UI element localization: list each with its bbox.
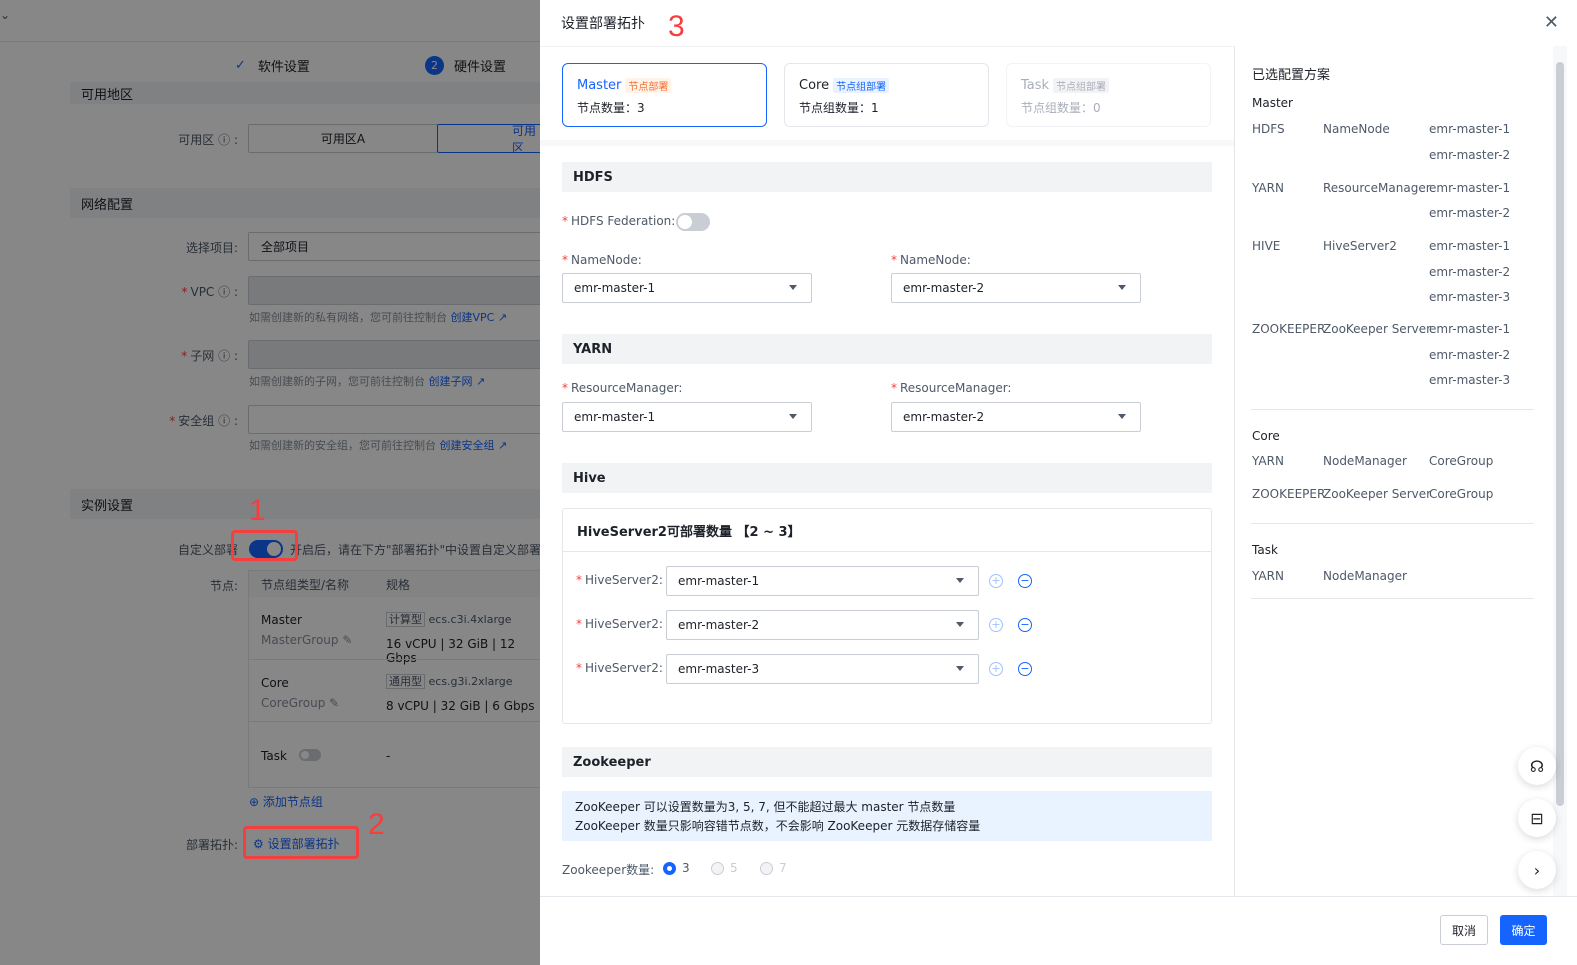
rm-label-1: * ResourceManager:: [562, 381, 683, 395]
namenode-label-1: * NameNode:: [562, 253, 642, 267]
annotation-1: 1: [249, 494, 266, 527]
summary-comp: NodeManager: [1323, 454, 1407, 468]
summary-node: emr-master-3: [1429, 290, 1511, 304]
summary-node: emr-master-2: [1429, 148, 1511, 162]
summary-node: emr-master-2: [1429, 206, 1511, 220]
summary-node: emr-master-1: [1429, 181, 1511, 195]
summary-node: emr-master-1: [1429, 122, 1511, 136]
rm-label-2: * ResourceManager:: [891, 381, 1012, 395]
hs2-select-1[interactable]: emr-master-1: [666, 566, 979, 596]
hs2-label-2: * HiveServer2:: [576, 617, 663, 631]
chevron-right-icon[interactable]: ›: [1518, 851, 1556, 889]
summary-svc: YARN: [1252, 181, 1284, 195]
zookeeper-info: ZooKeeper 可以设置数量为3, 5, 7, 但不能超过最大 master…: [562, 791, 1212, 841]
drawer-title: 设置部署拓扑: [561, 16, 645, 32]
caret-down-icon: [789, 414, 797, 419]
summary-node: emr-master-2: [1429, 265, 1511, 279]
topology-drawer: 设置部署拓扑 3 ✕ Master 节点部署 节点数量：3 Core 节点组部署 节…: [540, 0, 1577, 965]
hs2-label-3: * HiveServer2:: [576, 661, 663, 675]
tab-task[interactable]: Task 节点组部署 节点组数量：0: [1006, 63, 1211, 127]
hs2-label-1: * HiveServer2:: [576, 573, 663, 587]
rm-select-1[interactable]: emr-master-1: [562, 402, 812, 432]
namenode-label-2: * NameNode:: [891, 253, 971, 267]
annotation-2: 2: [368, 808, 385, 841]
summary-group: CoreGroup: [1429, 454, 1494, 468]
summary-comp: ResourceManager: [1323, 181, 1431, 195]
caret-down-icon: [789, 285, 797, 290]
section-yarn: YARN: [562, 334, 1212, 364]
summary-node: emr-master-1: [1429, 322, 1511, 336]
annotation-box-2: [243, 826, 359, 859]
namenode-select-1[interactable]: emr-master-1: [562, 273, 812, 303]
summary-svc: ZOOKEEPER: [1252, 322, 1326, 336]
scrollbar-thumb[interactable]: [1556, 62, 1564, 806]
summary-comp: HiveServer2: [1323, 239, 1397, 253]
namenode-select-2[interactable]: emr-master-2: [891, 273, 1141, 303]
hs2-select-3[interactable]: emr-master-3: [666, 654, 979, 684]
caret-down-icon: [956, 578, 964, 583]
summary-comp: NodeManager: [1323, 569, 1407, 583]
zk-radio-3[interactable]: 3: [663, 861, 690, 875]
summary-node: emr-master-2: [1429, 348, 1511, 362]
confirm-button[interactable]: 确定: [1500, 915, 1547, 945]
section-zookeeper: Zookeeper: [562, 747, 1212, 777]
caret-down-icon: [1118, 414, 1126, 419]
summary-svc: HIVE: [1252, 239, 1281, 253]
tab-core[interactable]: Core 节点组部署 节点组数量：1: [784, 63, 989, 127]
summary-comp: ZooKeeper Server: [1323, 322, 1432, 336]
summary-node: emr-master-1: [1429, 239, 1511, 253]
caret-down-icon: [956, 666, 964, 671]
zk-radio-7[interactable]: 7: [760, 861, 787, 875]
summary-svc: YARN: [1252, 569, 1284, 583]
remove-hs2-icon[interactable]: −: [1018, 618, 1032, 632]
section-hdfs: HDFS: [562, 162, 1212, 192]
caret-down-icon: [956, 622, 964, 627]
summary-node: emr-master-3: [1429, 373, 1511, 387]
annotation-box-1: [231, 530, 298, 561]
add-hs2-icon[interactable]: +: [989, 662, 1003, 676]
hive-box-title: HiveServer2可部署数量 【2 ~ 3】: [563, 509, 1211, 552]
book-icon[interactable]: ⊟: [1518, 799, 1556, 837]
hdfs-federation-toggle[interactable]: [676, 213, 710, 231]
remove-hs2-icon[interactable]: −: [1018, 574, 1032, 588]
summary-core: Core: [1252, 429, 1280, 443]
support-icon[interactable]: ☊: [1518, 747, 1556, 785]
cancel-button[interactable]: 取消: [1440, 915, 1488, 945]
annotation-3: 3: [668, 10, 685, 43]
zk-count-label: Zookeeper数量:: [562, 863, 655, 877]
summary-comp: NameNode: [1323, 122, 1390, 136]
summary-svc: ZOOKEEPER: [1252, 487, 1326, 501]
summary-svc: YARN: [1252, 454, 1284, 468]
summary-svc: HDFS: [1252, 122, 1285, 136]
caret-down-icon: [1118, 285, 1126, 290]
summary-comp: ZooKeeper Server: [1323, 487, 1432, 501]
close-icon[interactable]: ✕: [1544, 12, 1559, 33]
section-hive: Hive: [562, 463, 1212, 493]
zk-radio-5[interactable]: 5: [711, 861, 738, 875]
add-hs2-icon[interactable]: +: [989, 574, 1003, 588]
summary-group: CoreGroup: [1429, 487, 1494, 501]
rm-select-2[interactable]: emr-master-2: [891, 402, 1141, 432]
summary-task: Task: [1252, 543, 1278, 557]
hdfs-federation-label: * HDFS Federation:: [562, 214, 676, 228]
modal-overlay[interactable]: [0, 0, 540, 965]
summary-title: 已选配置方案: [1252, 68, 1331, 83]
hs2-select-2[interactable]: emr-master-2: [666, 610, 979, 640]
summary-master: Master: [1252, 96, 1293, 110]
tab-master[interactable]: Master 节点部署 节点数量：3: [562, 63, 767, 127]
add-hs2-icon[interactable]: +: [989, 618, 1003, 632]
remove-hs2-icon[interactable]: −: [1018, 662, 1032, 676]
